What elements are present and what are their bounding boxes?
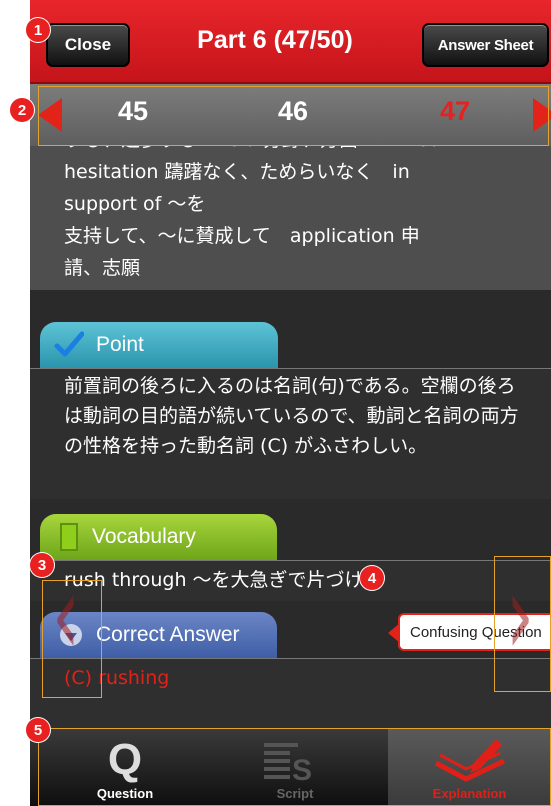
vocab-line: する、進歩する field 分野、方面 without (64, 146, 514, 156)
callout-box-question-nav (38, 86, 549, 146)
point-text: 前置詞の後ろに入るのは名詞(句)である。空欄の後ろは動詞の目的語が続いているので… (64, 375, 519, 457)
answer-sheet-button[interactable]: Answer Sheet (422, 23, 549, 67)
callout-badge-2: 2 (10, 98, 34, 122)
correct-answer-text: (C) rushing (64, 667, 170, 689)
checkmark-icon (54, 331, 84, 357)
page-title: Part 6 (47/50) (197, 26, 353, 54)
vocab-line: hesitation 躊躇なく、ためらいなく in (64, 161, 410, 183)
vocabulary-label: Vocabulary (92, 525, 196, 548)
correct-answer-label: Correct Answer (96, 623, 240, 646)
callout-badge-1: 1 (26, 18, 50, 42)
callout-box-swipe-left (42, 580, 102, 698)
vocabulary-body: rush through ～を大急ぎで片づける (30, 560, 551, 601)
vocab-line: 支持して、～に賛成して application 申 (64, 225, 420, 247)
vocabulary-text: rush through ～を大急ぎで片づける (64, 569, 383, 591)
callout-badge-5: 5 (26, 718, 50, 742)
callout-box-tab-bar (38, 728, 551, 806)
point-label: Point (96, 333, 144, 356)
callout-badge-4: 4 (360, 566, 384, 590)
callout-box-swipe-right (494, 556, 551, 692)
explanation-content[interactable]: する、進歩する field 分野、方面 without hesitation 躊… (30, 146, 551, 728)
correct-answer-body: (C) rushing (30, 658, 551, 728)
notebook-icon (60, 523, 78, 551)
top-header-bar: Close Part 6 (47/50) Answer Sheet (30, 0, 551, 84)
callout-badge-3: 3 (30, 553, 54, 577)
close-button[interactable]: Close (46, 23, 130, 67)
point-section-tab: Point (40, 322, 278, 368)
point-body: 前置詞の後ろに入るのは名詞(句)である。空欄の後ろは動詞の目的語が続いているので… (30, 368, 551, 499)
vocab-line: support of ～を (64, 193, 206, 215)
vocab-line: 請、志願 (64, 257, 141, 279)
vocabulary-list-top: する、進歩する field 分野、方面 without hesitation 躊… (30, 146, 551, 290)
